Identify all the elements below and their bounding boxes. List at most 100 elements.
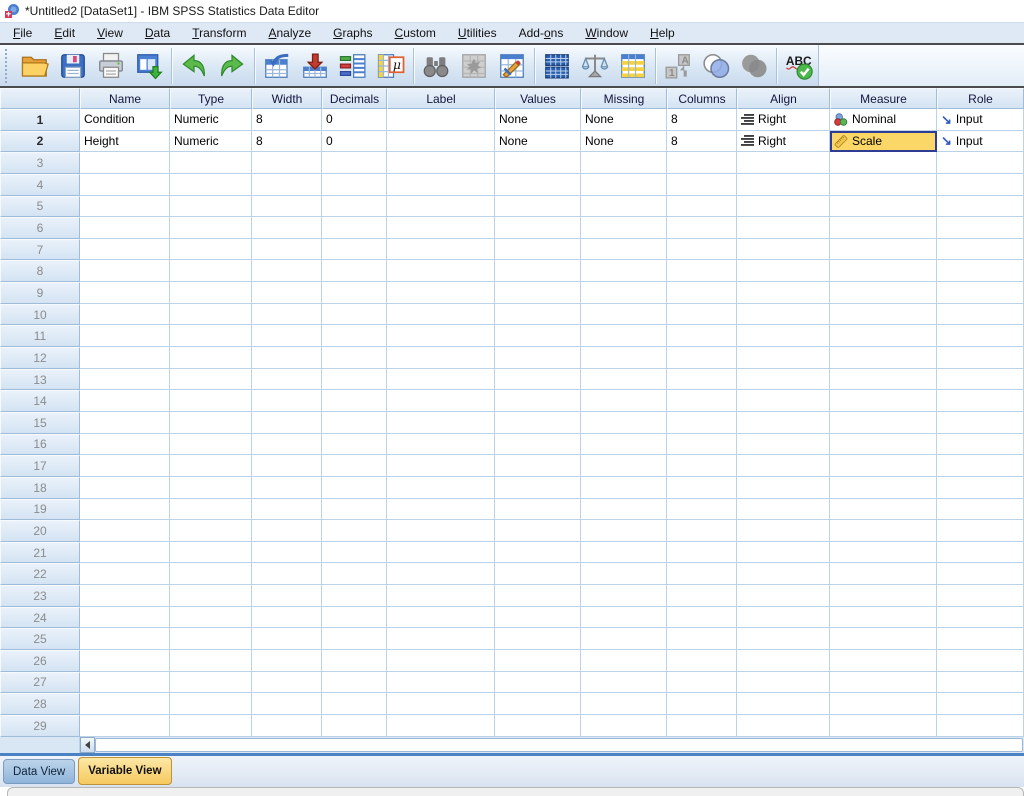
- empty-cell[interactable]: [495, 499, 581, 521]
- empty-cell[interactable]: [937, 542, 1024, 564]
- empty-cell[interactable]: [252, 693, 322, 715]
- empty-cell[interactable]: [581, 693, 667, 715]
- empty-cell[interactable]: [667, 174, 737, 196]
- empty-cell[interactable]: [322, 196, 387, 218]
- empty-cell[interactable]: [667, 369, 737, 391]
- empty-cell[interactable]: [581, 152, 667, 174]
- empty-cell[interactable]: [737, 715, 830, 737]
- column-header-measure[interactable]: Measure: [830, 88, 937, 109]
- empty-cell[interactable]: [581, 542, 667, 564]
- empty-cell[interactable]: [322, 390, 387, 412]
- empty-cell[interactable]: [322, 693, 387, 715]
- empty-cell[interactable]: [737, 499, 830, 521]
- empty-cell[interactable]: [387, 455, 495, 477]
- empty-cell[interactable]: [252, 607, 322, 629]
- empty-cell[interactable]: [495, 715, 581, 737]
- empty-cell[interactable]: [830, 715, 937, 737]
- empty-cell[interactable]: [80, 390, 170, 412]
- undo-button[interactable]: [175, 47, 213, 85]
- empty-cell[interactable]: [170, 390, 252, 412]
- empty-cell[interactable]: [252, 628, 322, 650]
- menu-data[interactable]: Data: [134, 23, 181, 43]
- row-header-8[interactable]: 8: [0, 260, 80, 282]
- cell-missing-row2[interactable]: None: [581, 131, 667, 153]
- empty-cell[interactable]: [581, 217, 667, 239]
- row-header-21[interactable]: 21: [0, 542, 80, 564]
- empty-cell[interactable]: [830, 174, 937, 196]
- empty-cell[interactable]: [170, 672, 252, 694]
- cell-name-row2[interactable]: Height: [80, 131, 170, 153]
- empty-cell[interactable]: [581, 304, 667, 326]
- empty-cell[interactable]: [80, 477, 170, 499]
- empty-cell[interactable]: [830, 196, 937, 218]
- row-header-14[interactable]: 14: [0, 390, 80, 412]
- go-to-case-button[interactable]: [258, 47, 296, 85]
- empty-cell[interactable]: [495, 563, 581, 585]
- empty-cell[interactable]: [322, 174, 387, 196]
- menu-transform[interactable]: Transform: [181, 23, 257, 43]
- empty-cell[interactable]: [495, 390, 581, 412]
- empty-cell[interactable]: [737, 239, 830, 261]
- empty-cell[interactable]: [252, 520, 322, 542]
- empty-cell[interactable]: [80, 434, 170, 456]
- empty-cell[interactable]: [170, 455, 252, 477]
- empty-cell[interactable]: [937, 369, 1024, 391]
- empty-cell[interactable]: [737, 672, 830, 694]
- empty-cell[interactable]: [80, 347, 170, 369]
- empty-cell[interactable]: [322, 542, 387, 564]
- empty-cell[interactable]: [830, 477, 937, 499]
- empty-cell[interactable]: [667, 715, 737, 737]
- empty-cell[interactable]: [387, 650, 495, 672]
- empty-cell[interactable]: [830, 282, 937, 304]
- insert-variable-button[interactable]: [493, 47, 531, 85]
- empty-cell[interactable]: [581, 174, 667, 196]
- empty-cell[interactable]: [387, 607, 495, 629]
- empty-cell[interactable]: [252, 325, 322, 347]
- empty-cell[interactable]: [830, 260, 937, 282]
- empty-cell[interactable]: [495, 434, 581, 456]
- empty-cell[interactable]: [737, 196, 830, 218]
- empty-cell[interactable]: [737, 174, 830, 196]
- find-button[interactable]: [417, 47, 455, 85]
- menu-addons[interactable]: Add-ons: [508, 23, 575, 43]
- empty-cell[interactable]: [667, 304, 737, 326]
- empty-cell[interactable]: [387, 715, 495, 737]
- empty-cell[interactable]: [387, 282, 495, 304]
- empty-cell[interactable]: [667, 347, 737, 369]
- print-button[interactable]: [92, 47, 130, 85]
- empty-cell[interactable]: [667, 477, 737, 499]
- insert-cases-button[interactable]: [455, 47, 493, 85]
- row-header-12[interactable]: 12: [0, 347, 80, 369]
- empty-cell[interactable]: [322, 563, 387, 585]
- empty-cell[interactable]: [387, 693, 495, 715]
- cell-type-row2[interactable]: Numeric: [170, 131, 252, 153]
- row-header-29[interactable]: 29: [0, 715, 80, 737]
- empty-cell[interactable]: [937, 477, 1024, 499]
- empty-cell[interactable]: [252, 455, 322, 477]
- empty-cell[interactable]: [667, 499, 737, 521]
- row-header-27[interactable]: 27: [0, 672, 80, 694]
- cell-decimals-row2[interactable]: 0: [322, 131, 387, 153]
- empty-cell[interactable]: [581, 412, 667, 434]
- empty-cell[interactable]: [387, 520, 495, 542]
- select-cases-button[interactable]: [614, 47, 652, 85]
- empty-cell[interactable]: [80, 542, 170, 564]
- empty-cell[interactable]: [937, 628, 1024, 650]
- empty-cell[interactable]: [387, 196, 495, 218]
- column-header-missing[interactable]: Missing: [581, 88, 667, 109]
- empty-cell[interactable]: [80, 174, 170, 196]
- row-header-25[interactable]: 25: [0, 628, 80, 650]
- empty-cell[interactable]: [737, 434, 830, 456]
- empty-cell[interactable]: [495, 542, 581, 564]
- empty-cell[interactable]: [937, 434, 1024, 456]
- empty-cell[interactable]: [737, 260, 830, 282]
- empty-cell[interactable]: [667, 585, 737, 607]
- cell-width-row1[interactable]: 8: [252, 109, 322, 131]
- empty-cell[interactable]: [252, 260, 322, 282]
- row-header-11[interactable]: 11: [0, 325, 80, 347]
- menu-window[interactable]: Window: [574, 23, 639, 43]
- empty-cell[interactable]: [322, 239, 387, 261]
- empty-cell[interactable]: [667, 434, 737, 456]
- empty-cell[interactable]: [387, 585, 495, 607]
- empty-cell[interactable]: [830, 542, 937, 564]
